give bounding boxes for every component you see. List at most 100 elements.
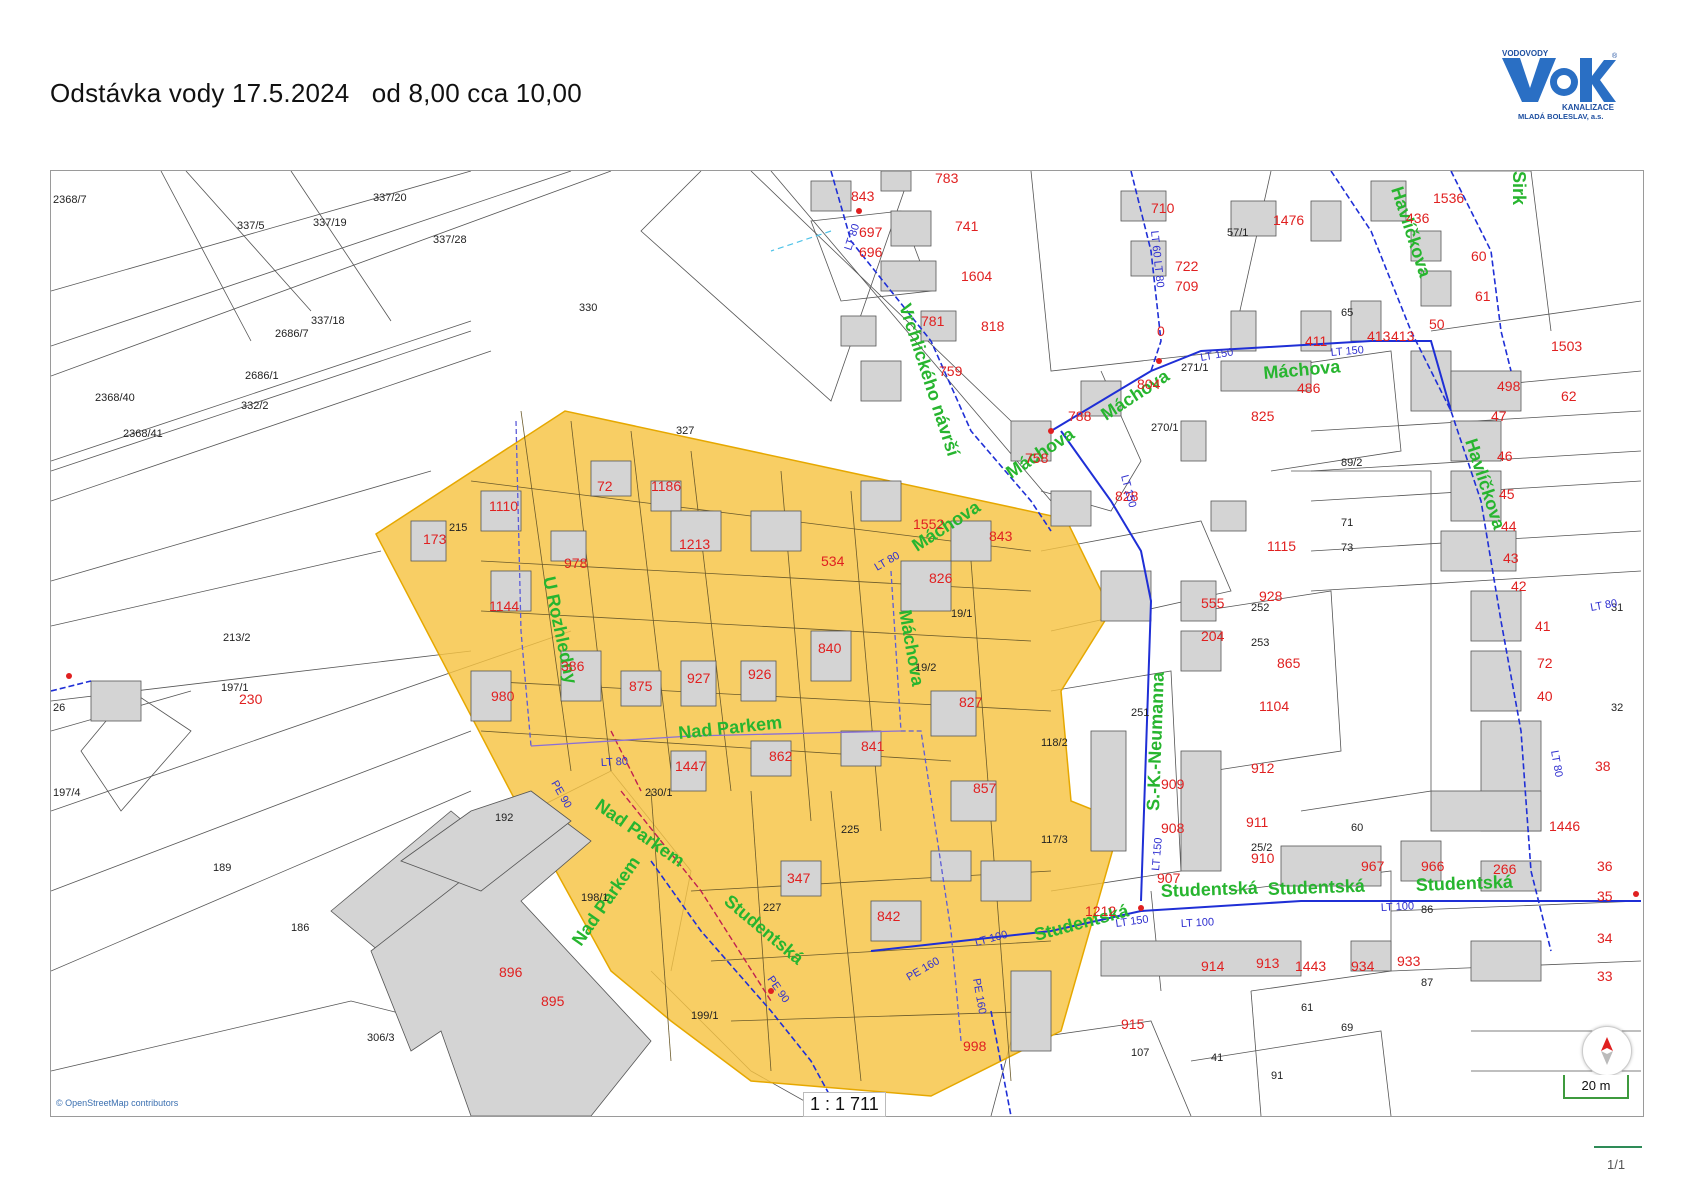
map-canvas[interactable]: Máchova Máchova Máchova Máchova Máchova … [51, 171, 1643, 1116]
parcel-label: 337/19 [313, 217, 347, 229]
parcel-label: 41 [1211, 1052, 1223, 1064]
house-number: 40 [1537, 688, 1553, 704]
house-number: 967 [1361, 858, 1385, 874]
house-number: 35 [1597, 888, 1613, 904]
parcel-label: 306/3 [367, 1032, 395, 1044]
house-number: 709 [1175, 278, 1199, 294]
house-number: 841 [861, 738, 885, 754]
house-number: 534 [821, 553, 845, 569]
house-number: 928 [1259, 588, 1283, 604]
house-number: 411 [1305, 333, 1328, 349]
logo-line1: VODOVODY [1502, 49, 1549, 58]
parcel-label: 213/2 [223, 632, 251, 644]
house-number: 910 [1251, 850, 1275, 866]
parcel-label: 271/1 [1181, 362, 1209, 374]
house-number: 46 [1497, 448, 1513, 464]
house-number: 1536 [1433, 190, 1464, 206]
vak-logo: VODOVODY ® KANALIZACE MLADÁ BOLESLAV, a.… [1502, 49, 1618, 121]
house-number: 911 [1246, 814, 1269, 830]
parcel-label: 192 [495, 812, 513, 824]
parcel-label: 332/2 [241, 400, 269, 412]
parcel-label: 327 [676, 425, 694, 437]
parcel-label: 186 [291, 922, 309, 934]
house-number: 230 [239, 691, 263, 707]
house-number: 926 [748, 666, 772, 682]
house-number: 47 [1491, 408, 1507, 424]
house-number: 1552 [913, 516, 944, 532]
house-number: 697 [859, 224, 883, 240]
logo-line2: KANALIZACE [1562, 103, 1615, 112]
house-number: 927 [687, 670, 711, 686]
house-number: 1144 [489, 598, 519, 614]
house-number: 934 [1351, 958, 1375, 974]
house-number: 818 [981, 318, 1005, 334]
parcel-label: 61 [1301, 1002, 1313, 1014]
parcel-label: 197/4 [53, 787, 81, 799]
house-number: 72 [597, 478, 613, 494]
house-number: 498 [1497, 378, 1521, 394]
parcel-label: 107 [1131, 1047, 1149, 1059]
house-number: 33 [1597, 968, 1613, 984]
house-number: 710 [1151, 200, 1175, 216]
house-number: 781 [921, 313, 945, 329]
house-number: 204 [1201, 628, 1225, 644]
house-number: 436 [1406, 210, 1430, 226]
house-number: 862 [769, 748, 793, 764]
parcel-label: 71 [1341, 517, 1353, 529]
house-number: 60 [1471, 248, 1487, 264]
house-number: 386 [561, 658, 585, 674]
parcel-label: 2368/7 [53, 194, 87, 206]
parcel-label: 26 [53, 702, 65, 714]
parcel-label: 57/1 [1227, 227, 1248, 239]
house-number: 1447 [675, 758, 706, 774]
parcel-label: 91 [1271, 1070, 1283, 1082]
parcel-label: 2686/1 [245, 370, 279, 382]
house-number: 41 [1535, 618, 1551, 634]
pipe-label: LT 80 [601, 756, 629, 769]
cadastral-map[interactable]: Máchova Máchova Máchova Máchova Máchova … [50, 170, 1644, 1117]
house-number: 875 [629, 678, 653, 694]
north-arrow-button[interactable] [1582, 1026, 1632, 1076]
house-number: 783 [935, 171, 959, 186]
parcel-label: 87 [1421, 977, 1433, 989]
pipe-label: LT 150 [1150, 837, 1165, 871]
street-label-sirk: Sirk [1509, 171, 1529, 206]
house-number: 804 [1137, 376, 1161, 392]
parcel-label: 198/1 [581, 892, 609, 904]
parcel-label: 251 [1131, 707, 1149, 719]
house-number: 933 [1397, 953, 1421, 969]
house-number: 895 [541, 993, 565, 1009]
parcel-label: 2686/7 [275, 328, 309, 340]
house-number: 915 [1121, 1016, 1145, 1032]
house-number: 913 [1256, 955, 1280, 971]
house-number: 61 [1475, 288, 1491, 304]
house-number: 1110 [489, 498, 518, 514]
house-number: 759 [939, 363, 963, 379]
map-scale: 1 : 1 711 [803, 1092, 886, 1117]
house-number: 696 [859, 244, 883, 260]
house-number: 909 [1161, 776, 1185, 792]
house-number: 966 [1421, 858, 1445, 874]
page-indicator: 1/1 [1607, 1157, 1626, 1172]
parcel-label: 2368/40 [95, 392, 135, 404]
parcel-label: 230/1 [645, 787, 673, 799]
parcel-label: 215 [449, 522, 467, 534]
house-number: 865 [1277, 655, 1301, 671]
house-number: 896 [499, 964, 523, 980]
street-label-machova: Máchova [1263, 356, 1342, 383]
house-number: 914 [1201, 958, 1225, 974]
house-number: 1212 [1085, 903, 1116, 919]
house-number: 266 [1493, 861, 1517, 877]
house-number: 1476 [1273, 212, 1304, 228]
house-number: 857 [973, 780, 997, 796]
logo-line3: MLADÁ BOLESLAV, a.s. [1518, 112, 1603, 121]
house-number: 62 [1561, 388, 1577, 404]
house-number: 1115 [1267, 538, 1296, 554]
parcel-label: 19/1 [951, 608, 972, 620]
house-number: 826 [929, 570, 953, 586]
house-number: 347 [787, 870, 811, 886]
pipe-label: LT 80 [1548, 749, 1565, 778]
house-number: 173 [423, 531, 447, 547]
parcel-label: 227 [763, 902, 781, 914]
parcel-label: 69 [1341, 1022, 1353, 1034]
